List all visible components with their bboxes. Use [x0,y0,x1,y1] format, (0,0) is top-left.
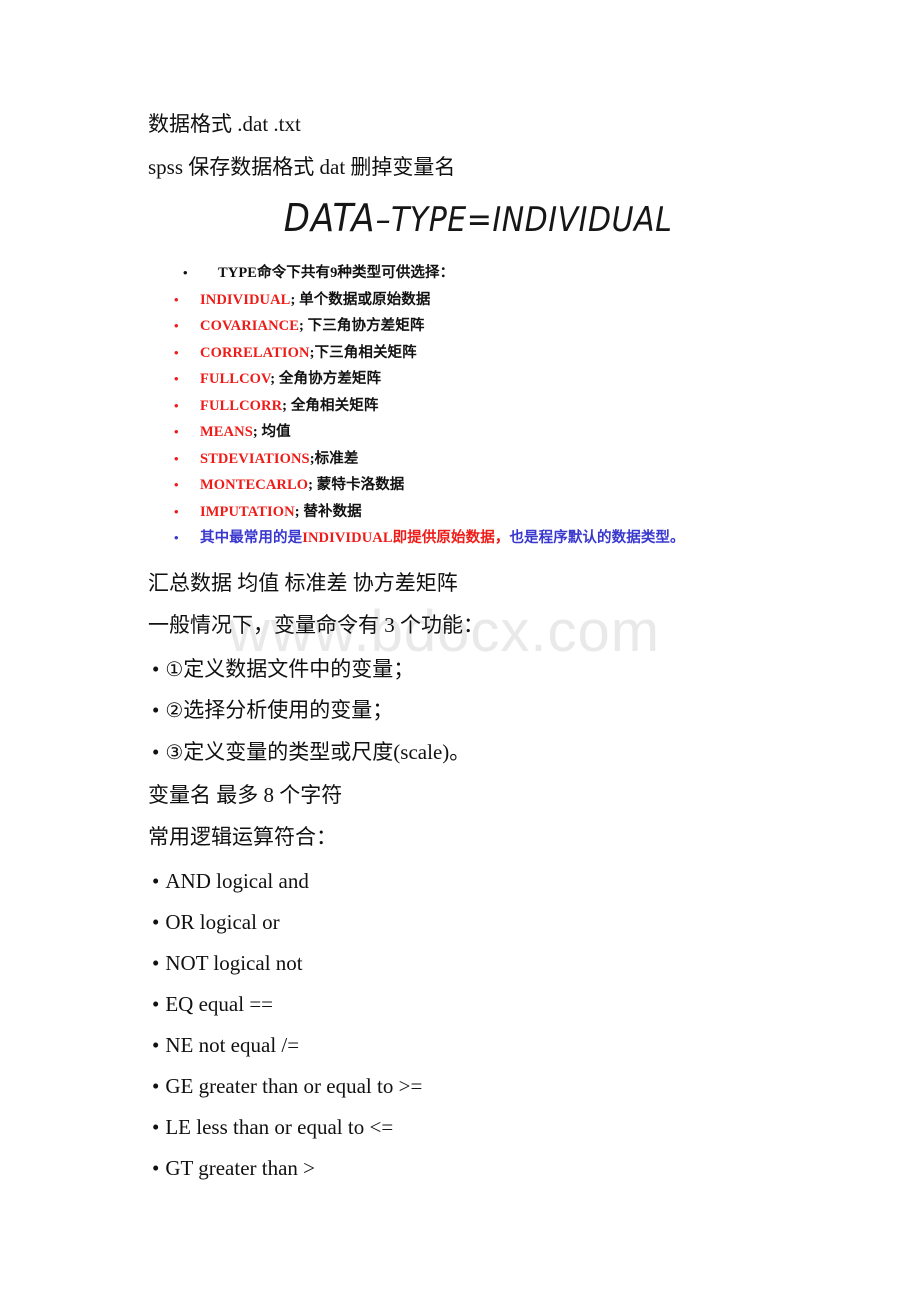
circled-number-icon: ① [165,659,184,681]
embedded-slide-image: DATA–TYPE=INDIVIDUAL • TYPE命令下共有9种类型可供选择… [148,192,808,550]
bullet-dot-icon: • [183,265,188,280]
operator-text: NOT logical not [165,951,303,975]
numbered-item-text: 选择分析使用的变量； [183,698,394,722]
slide-bullet-keyword: MEANS [200,424,253,440]
bullet-dot-icon: • [152,1156,160,1180]
slide-bullet-row: • COVARIANCE; 下三角协方差矩阵 [174,313,808,340]
slide-bullet-text: ;下三角相关矩阵 [309,344,417,361]
bullet-dot-icon: • [174,424,179,439]
bullet-dot-icon: • [174,530,179,545]
slide-bullet-row: • MONTECARLO; 蒙特卡洛数据 [174,472,808,499]
slide-bullet-row: • FULLCORR; 全角相关矩阵 [174,393,808,420]
slide-bullet-row: • FULLCOV; 全角协方差矩阵 [174,366,808,393]
circled-number-icon: ③ [165,742,184,764]
operator-item-gt: • GT greater than > [152,1156,315,1181]
slide-bullet-row: • IMPUTATION; 替补数据 [174,499,808,526]
operator-item-ne: • NE not equal /= [152,1033,299,1058]
bullet-dot-icon: • [174,503,179,519]
doc-line-general-case: 一般情况下，变量命令有 3 个功能： [148,613,484,637]
doc-line-summary-data: 汇总数据 均值 标准差 协方差矩阵 [148,571,458,595]
bullet-dot-icon: • [174,344,179,360]
numbered-item-text: 定义变量的类型或尺度(scale)。 [183,740,471,764]
operator-text: AND logical and [165,869,309,893]
slide-bullet-keyword: IMPUTATION [200,503,295,520]
operator-item-eq: • EQ equal == [152,992,273,1017]
doc-line-data-format: 数据格式 .dat .txt [148,112,301,136]
numbered-item-2: • ②选择分析使用的变量； [152,698,393,723]
slide-bullet-text: ; 下三角协方差矩阵 [299,318,425,334]
bullet-dot-icon: • [152,1033,160,1057]
slide-bullet-keyword: FULLCOV [200,371,271,387]
operator-text: NE not equal /= [165,1033,300,1057]
slide-bullet-text: ; 单个数据或原始数据 [290,291,431,308]
slide-bullet-list: • TYPE命令下共有9种类型可供选择： • INDIVIDUAL; 单个数据或… [148,260,808,552]
bullet-dot-icon: • [174,371,179,386]
slide-bullet-text: ; 均值 [252,424,291,440]
slide-bullet-keyword: MONTECARLO [200,477,309,493]
operator-item-le: • LE less than or equal to <= [152,1115,393,1140]
slide-bullet-text: ; 全角协方差矩阵 [270,371,382,387]
operator-text: GT greater than > [165,1156,316,1180]
slide-bullet-keyword: CORRELATION [200,344,310,361]
bullet-dot-icon: • [152,910,160,934]
bullet-dot-icon: • [152,951,160,975]
bullet-dot-icon: • [174,450,179,466]
slide-bullet-text: ; 全角相关矩阵 [282,397,379,414]
operator-item-not: • NOT logical not [152,951,303,976]
bullet-dot-icon: • [152,869,160,893]
slide-title: DATA–TYPE=INDIVIDUAL [148,192,808,241]
bullet-dot-icon: • [152,740,160,764]
operator-text: EQ equal == [165,992,274,1016]
operator-text: LE less than or equal to <= [165,1115,394,1139]
bullet-dot-icon: • [152,992,160,1016]
slide-bullet-keyword: COVARIANCE [200,318,300,334]
operator-item-ge: • GE greater than or equal to >= [152,1074,422,1099]
bullet-dot-icon: • [174,477,179,492]
slide-bullet-row: • STDEVIATIONS;标准差 [174,446,808,473]
operator-item-or: • OR logical or [152,910,280,935]
doc-line-logic-operators-heading: 常用逻辑运算符合： [148,825,337,849]
slide-bullet-text: ;标准差 [309,450,359,467]
operator-text: GE greater than or equal to >= [165,1074,423,1098]
summary-part-2: INDIVIDUAL即提供原始数据， [302,530,510,546]
bullet-dot-icon: • [152,1074,160,1098]
slide-bullet-row-summary: • 其中最常用的是INDIVIDUAL即提供原始数据，也是程序默认的数据类型。 [174,525,808,552]
summary-part-3: 也是程序默认的数据类型。 [509,530,685,546]
numbered-item-3: • ③定义变量的类型或尺度(scale)。 [152,740,470,765]
summary-part-1: 其中最常用的是 [200,530,303,546]
slide-bullet-text: ; 替补数据 [294,503,362,520]
operator-item-and: • AND logical and [152,869,309,894]
slide-bullet-row: • TYPE命令下共有9种类型可供选择： [174,260,808,287]
operator-text: OR logical or [165,910,280,934]
circled-number-icon: ② [165,700,184,722]
slide-bullet-row: • INDIVIDUAL; 单个数据或原始数据 [174,287,808,314]
slide-bullet-keyword: FULLCORR [200,397,283,414]
numbered-item-1: • ①定义数据文件中的变量； [152,657,414,682]
slide-bullet-keyword: STDEVIATIONS [200,450,310,467]
slide-bullet-text: ; 蒙特卡洛数据 [308,477,405,493]
slide-bullet-text: TYPE命令下共有9种类型可供选择： [218,265,455,281]
slide-title-rest: –TYPE=INDIVIDUAL [375,200,673,241]
doc-line-varname-limit: 变量名 最多 8 个字符 [148,783,343,807]
bullet-dot-icon: • [174,291,179,307]
bullet-dot-icon: • [152,698,160,722]
slide-bullet-row: • MEANS; 均值 [174,419,808,446]
bullet-dot-icon: • [152,657,160,681]
slide-bullet-row: • CORRELATION;下三角相关矩阵 [174,340,808,367]
doc-line-spss-save: spss 保存数据格式 dat 删掉变量名 [148,155,456,179]
bullet-dot-icon: • [152,1115,160,1139]
slide-title-main: DATA [283,196,376,242]
numbered-item-text: 定义数据文件中的变量； [183,657,415,681]
bullet-dot-icon: • [174,397,179,413]
slide-bullet-keyword: INDIVIDUAL [200,291,291,308]
bullet-dot-icon: • [174,318,179,333]
